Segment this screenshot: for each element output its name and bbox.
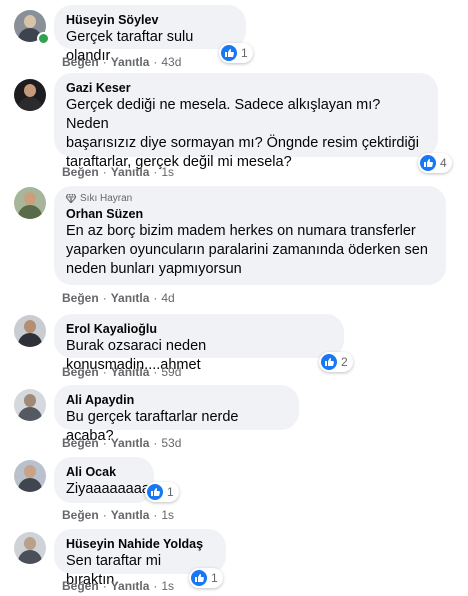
comment-actions: Beğen · Yanıtla · 59d <box>62 364 181 380</box>
comment-text-line: En az borç bizim madem herkes on numara … <box>66 223 416 239</box>
reaction-count-value: 4 <box>440 156 447 170</box>
comment-actions: Beğen · Yanıtla · 1s <box>62 164 174 180</box>
comment-bubble: Gazi Keser Gerçek dediği ne mesela. Sade… <box>54 73 438 170</box>
timestamp[interactable]: 4d <box>161 291 174 305</box>
commenter-name[interactable]: Ali Apaydin <box>66 392 287 408</box>
reply-button[interactable]: Yanıtla <box>111 165 150 179</box>
separator: · <box>153 165 158 179</box>
avatar[interactable] <box>14 187 46 219</box>
separator: · <box>102 436 107 450</box>
separator: · <box>153 508 158 522</box>
reaction-count-value: 2 <box>341 355 348 369</box>
avatar[interactable] <box>14 315 46 347</box>
comment-bubble: Ali Ocak Ziyaaaaaaaa <box>54 457 154 503</box>
commenter-name[interactable]: Erol Kayalioğlu <box>66 321 332 337</box>
comment-actions: Beğen · Yanıtla · 43d <box>62 54 181 70</box>
reaction-count-value: 1 <box>167 485 174 499</box>
reply-button[interactable]: Yanıtla <box>111 579 150 593</box>
top-fan-badge: Sıkı Hayran <box>66 192 434 204</box>
reaction-count[interactable]: 1 <box>219 43 253 63</box>
commenter-name[interactable]: Hüseyin Söylev <box>66 12 234 28</box>
thumbs-up-icon <box>147 484 163 500</box>
separator: · <box>102 55 107 69</box>
comment-actions: Beğen · Yanıtla · 53d <box>62 435 181 451</box>
reaction-count-value: 1 <box>241 46 248 60</box>
separator: · <box>102 291 107 305</box>
timestamp[interactable]: 59d <box>161 365 181 379</box>
diamond-icon <box>66 193 76 203</box>
avatar[interactable] <box>14 389 46 421</box>
comment-actions: Beğen · Yanıtla · 1s <box>62 507 174 523</box>
separator: · <box>102 365 107 379</box>
comment-actions: Beğen · Yanıtla · 1s <box>62 578 174 594</box>
comment-bubble: Hüseyin Söylev Gerçek taraftar sulu olan… <box>54 5 246 64</box>
like-button[interactable]: Beğen <box>62 55 99 69</box>
separator: · <box>153 436 158 450</box>
comment-text-line: Ziyaaaaaaaa <box>66 481 150 497</box>
separator: · <box>102 508 107 522</box>
reaction-count-value: 1 <box>211 571 218 585</box>
comment-bubble: Ali Apaydin Bu gerçek taraftarlar nerde … <box>54 385 299 444</box>
comment-text-line: neden bunları yapmıyorsun <box>66 261 242 277</box>
reaction-count[interactable]: 4 <box>418 153 452 173</box>
like-button[interactable]: Beğen <box>62 508 99 522</box>
separator: · <box>153 365 158 379</box>
online-status-dot <box>37 32 50 45</box>
badge-label: Sıkı Hayran <box>80 192 133 204</box>
reply-button[interactable]: Yanıtla <box>111 508 150 522</box>
reply-button[interactable]: Yanıtla <box>111 365 150 379</box>
timestamp[interactable]: 43d <box>161 55 181 69</box>
like-button[interactable]: Beğen <box>62 579 99 593</box>
comment-bubble: Erol Kayalioğlu Burak ozsaraci neden kon… <box>54 314 344 373</box>
comment-text-line: başarısızız diye sormayan mı? Öngnde res… <box>66 135 419 151</box>
reaction-count[interactable]: 2 <box>319 352 353 372</box>
commenter-name[interactable]: Orhan Süzen <box>66 206 434 222</box>
separator: · <box>102 579 107 593</box>
thumbs-up-icon <box>221 45 237 61</box>
like-button[interactable]: Beğen <box>62 291 99 305</box>
like-button[interactable]: Beğen <box>62 165 99 179</box>
comment-text-line: yaparken oyuncuların paralarini zamanınd… <box>66 242 428 258</box>
timestamp[interactable]: 53d <box>161 436 181 450</box>
like-button[interactable]: Beğen <box>62 436 99 450</box>
comment-text-line: Gerçek dediği ne mesela. Sadece alkışlay… <box>66 97 381 132</box>
reply-button[interactable]: Yanıtla <box>111 436 150 450</box>
commenter-name[interactable]: Ali Ocak <box>66 464 142 480</box>
reaction-count[interactable]: 1 <box>145 482 179 502</box>
commenter-name[interactable]: Hüseyin Nahide Yoldaş <box>66 536 214 552</box>
separator: · <box>102 165 107 179</box>
timestamp[interactable]: 1s <box>161 508 174 522</box>
separator: · <box>153 579 158 593</box>
thumbs-up-icon <box>191 570 207 586</box>
separator: · <box>153 291 158 305</box>
comment-actions: Beğen · Yanıtla · 4d <box>62 290 175 306</box>
avatar[interactable] <box>14 532 46 564</box>
reaction-count[interactable]: 1 <box>189 568 223 588</box>
comment-bubble: Sıkı Hayran Orhan Süzen En az borç bizim… <box>54 186 446 285</box>
thumbs-up-icon <box>420 155 436 171</box>
avatar[interactable] <box>14 79 46 111</box>
timestamp[interactable]: 1s <box>161 165 174 179</box>
commenter-name[interactable]: Gazi Keser <box>66 80 426 96</box>
separator: · <box>153 55 158 69</box>
thumbs-up-icon <box>321 354 337 370</box>
like-button[interactable]: Beğen <box>62 365 99 379</box>
reply-button[interactable]: Yanıtla <box>111 55 150 69</box>
reply-button[interactable]: Yanıtla <box>111 291 150 305</box>
timestamp[interactable]: 1s <box>161 579 174 593</box>
avatar[interactable] <box>14 460 46 492</box>
